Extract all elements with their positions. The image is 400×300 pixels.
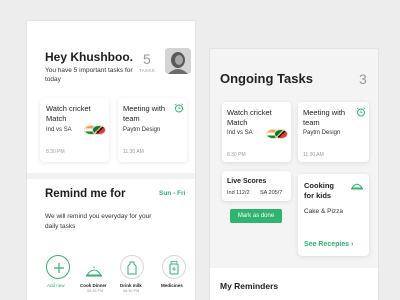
profile-photo-icon: [165, 48, 191, 74]
remind-description: We will remind you everyday for your dai…: [45, 213, 152, 230]
task-card-title: Meeting with team: [123, 104, 166, 123]
medicine-icon: [169, 261, 179, 275]
mark-as-done-button[interactable]: Mark as done: [230, 209, 282, 223]
task-card-time: 11:30 AM: [123, 149, 144, 155]
south-africa-flag-icon: [274, 129, 288, 139]
task-card-time: 11:30 AM: [303, 152, 324, 158]
reminder-time: 06:30 PM: [123, 289, 140, 293]
cooking-title: Cooking for kids: [304, 181, 334, 200]
reminder-label: Cook Dinner: [80, 283, 107, 288]
bottle-icon: [127, 261, 137, 275]
task-card-subtitle: Ind vs SA: [46, 127, 72, 133]
live-score-sa: SA 205/7: [260, 190, 283, 196]
alarm-clock-icon: [174, 103, 184, 113]
live-score-ind: Ind 112/2: [227, 190, 250, 196]
task-card-meeting[interactable]: Meeting with team Paytm Design 11:30 AM: [118, 98, 187, 162]
plus-icon: [54, 263, 64, 273]
task-card-title: Watch cricket Match: [227, 108, 272, 127]
see-recipes-link[interactable]: See Recepies ›: [304, 241, 353, 248]
dish-icon: [351, 183, 363, 190]
ongoing-count: 3: [359, 71, 367, 87]
ongoing-title: Ongoing Tasks: [220, 71, 313, 86]
greeting-title: Hey Khushboo.: [45, 50, 134, 64]
south-africa-flag-icon: [92, 125, 106, 135]
dish-icon: [86, 266, 102, 277]
alarm-clock-icon: [356, 107, 366, 117]
reminder-label: Add new: [47, 283, 65, 288]
section-divider: [27, 173, 195, 179]
reminder-label: Medicines: [161, 283, 183, 288]
reminder-label: Drink milk: [120, 283, 142, 288]
cooking-subtitle: Cake & Pizza: [304, 208, 344, 215]
greeting-subtitle: You have 5 important tasks for today: [45, 67, 133, 83]
remind-days[interactable]: Sun - Fri: [159, 190, 185, 197]
task-count-label: TASKS: [139, 68, 155, 73]
task-card-subtitle: Paytm Design: [123, 127, 161, 133]
task-count: 5: [143, 51, 151, 67]
task-card-time: 8:30 PM: [46, 149, 65, 155]
see-recipes-label: See Recepies: [304, 241, 350, 248]
reminder-time: 08:45 PM: [87, 289, 104, 293]
home-screen: Hey Khushboo. You have 5 important tasks…: [26, 20, 196, 300]
task-card-title: Meeting with team: [303, 108, 346, 127]
cooking-card[interactable]: Cooking for kids Cake & Pizza See Recepi…: [298, 174, 369, 256]
ongoing-tasks-screen: Ongoing Tasks 3 Watch cricket Match Ind …: [209, 48, 379, 300]
task-card-time: 8:30 PM: [227, 152, 246, 158]
reminder-item-medicines[interactable]: [162, 255, 186, 279]
task-card-cricket[interactable]: Watch cricket Match Ind vs SA 8:30 PM: [222, 102, 291, 162]
my-reminders-title: My Reminders: [220, 281, 279, 291]
reminder-item-drink-milk[interactable]: [120, 255, 144, 279]
task-card-meeting[interactable]: Meeting with team Paytm Design 11:30 AM: [298, 102, 369, 162]
avatar[interactable]: [165, 48, 191, 74]
chevron-right-icon: ›: [351, 241, 354, 248]
add-new-button[interactable]: [46, 255, 70, 279]
task-card-title: Watch cricket Match: [46, 104, 91, 123]
task-card-subtitle: Ind vs SA: [227, 130, 253, 136]
task-card-subtitle: Paytm Design: [303, 130, 341, 136]
remind-title: Remind me for: [45, 188, 126, 200]
task-card-cricket[interactable]: Watch cricket Match Ind vs SA 8:30 PM: [40, 98, 109, 162]
live-scores-card[interactable]: Live Scores Ind 112/2 SA 205/7: [222, 171, 291, 201]
live-scores-title: Live Scores: [227, 178, 267, 185]
